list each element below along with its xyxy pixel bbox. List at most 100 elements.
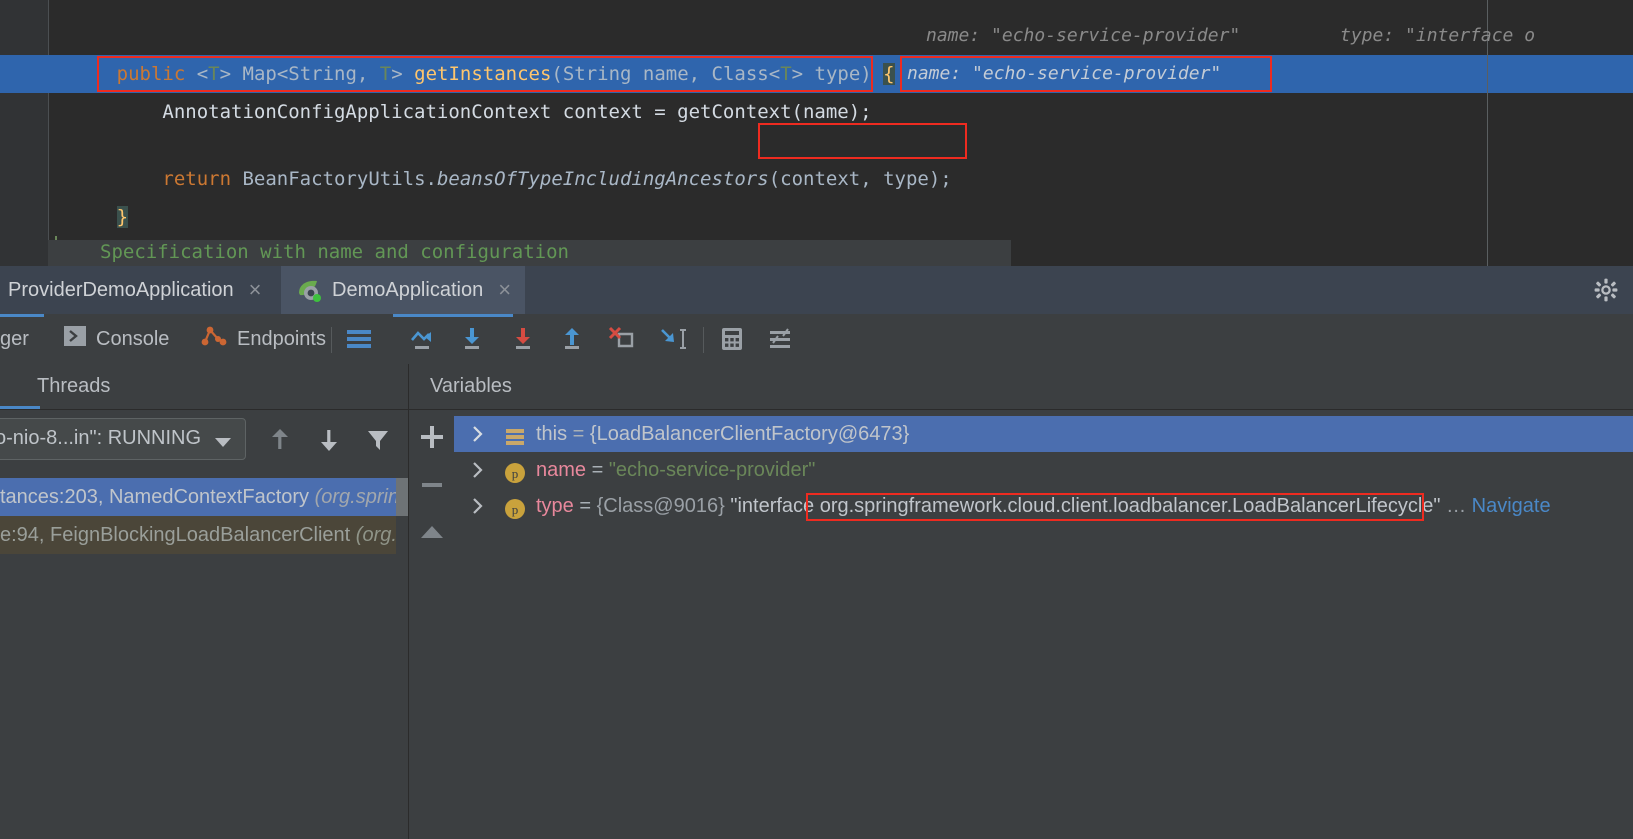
stack-frame-row[interactable]: e:94, FeignBlockingLoadBalancerClient (o… (0, 516, 408, 554)
editor-gutter[interactable] (0, 0, 48, 266)
variable-name: name (536, 459, 587, 481)
thread-selector-dropdown[interactable]: o-nio-8...in": RUNNING (0, 418, 246, 460)
inline-hint-type-line1: type: "interface o (1340, 25, 1536, 46)
gear-icon[interactable] (1593, 277, 1619, 303)
threads-panel-title: Threads (37, 375, 111, 397)
thread-selector-value: o-nio-8...in": RUNNING (0, 427, 202, 449)
variable-name: type (536, 495, 574, 517)
variable-value: {LoadBalancerClientFactory@6473} (589, 423, 910, 445)
variable-ellipsis: … (1440, 495, 1472, 517)
tab-endpoints[interactable]: Endpoints (200, 314, 326, 364)
variable-row-name[interactable]: p name = "echo-service-provider" (454, 452, 1633, 488)
chevron-right-icon[interactable] (468, 416, 488, 452)
stack-frame-method: e:94, FeignBlockingLoadBalancerClient (0, 524, 356, 546)
threads-panel: o-nio-8...in": RUNNING tances:203, Named… (0, 410, 408, 839)
inline-hint-name-line1: name: "echo-service-provider" (926, 25, 1241, 46)
tab-provider-demo-application[interactable]: ProviderDemoApplication × (0, 266, 276, 314)
step-into-icon[interactable] (457, 324, 487, 354)
stack-frame-row[interactable]: tances:203, NamedContextFactory (org.spr… (0, 478, 408, 516)
field-group-icon (504, 424, 526, 446)
console-icon (63, 325, 87, 353)
variable-text: type = {Class@9016} "interface org.sprin… (536, 488, 1551, 524)
tab-console[interactable]: Console (63, 314, 169, 364)
run-configuration-tabbar: ProviderDemoApplication × DemoApplicatio… (0, 266, 1633, 314)
stack-frames-list[interactable]: tances:203, NamedContextFactory (org.spr… (0, 478, 408, 839)
code-editor[interactable]: public <T> Map<String, T> getInstances(S… (0, 0, 1633, 266)
variable-text: this = {LoadBalancerClientFactory@6473} (536, 416, 909, 452)
variable-equals: = (586, 459, 609, 481)
variables-panel-title: Variables (430, 375, 512, 397)
spring-boot-icon (295, 277, 323, 303)
stack-frame-package: (org.springfr (314, 486, 408, 508)
variables-panel: this = {LoadBalancerClientFactory@6473} … (409, 410, 1633, 839)
chevron-right-icon[interactable] (468, 452, 488, 488)
layout-settings-icon[interactable] (344, 324, 374, 354)
triangle-up-icon[interactable] (417, 520, 447, 550)
code-line-return[interactable]: return BeanFactoryUtils.beansOfTypeInclu… (48, 122, 951, 190)
force-step-into-icon[interactable] (508, 324, 538, 354)
variable-row-this[interactable]: this = {LoadBalancerClientFactory@6473} (454, 416, 1633, 452)
drop-frame-icon[interactable] (606, 324, 636, 354)
endpoints-icon (200, 323, 228, 355)
tab-debugger-label: ger (0, 327, 29, 350)
navigate-link[interactable]: Navigate (1472, 495, 1551, 517)
token-return: return (162, 168, 243, 190)
token-context-assign: AnnotationConfigApplicationContext conte… (116, 101, 872, 123)
token-close-brace: } (116, 206, 129, 228)
panel-headers: Threads Variables (0, 364, 1633, 409)
chevron-down-icon (215, 435, 231, 453)
threads-scrollbar-thumb[interactable] (396, 478, 408, 516)
toolbar-accent-2 (393, 314, 513, 317)
parameter-icon: p (504, 496, 526, 519)
token-beanfactoryutils: BeanFactoryUtils. (242, 168, 437, 190)
tab-label: DemoApplication (332, 278, 484, 301)
ide-window: public <T> Map<String, T> getInstances(S… (0, 0, 1633, 839)
code-line-signature[interactable]: public <T> Map<String, T> getInstances(S… (48, 17, 895, 85)
token-call-args: (context, type); (768, 168, 952, 190)
variable-name: this (536, 423, 568, 445)
variables-side-toolbar (409, 410, 454, 839)
plus-icon[interactable] (417, 422, 447, 452)
tab-debugger[interactable]: ger (0, 314, 29, 364)
debug-tool-window: ProviderDemoApplication × DemoApplicatio… (0, 266, 1633, 839)
tab-label: ProviderDemoApplication (8, 278, 234, 301)
debug-toolbar: ger Console Endpoints (0, 314, 1633, 364)
code-line-closing-brace[interactable]: } (48, 160, 129, 228)
toolbar-separator-1 (331, 327, 332, 353)
chevron-right-icon[interactable] (468, 488, 488, 524)
folded-comment-region[interactable]: Specification with name and configuratio… (48, 240, 1011, 266)
inline-hint-name-line2: name: "echo-service-provider" (907, 63, 1222, 84)
arrow-up-icon[interactable] (265, 425, 295, 455)
close-icon[interactable]: × (498, 279, 511, 301)
filter-icon[interactable] (363, 425, 393, 455)
step-out-icon[interactable] (557, 324, 587, 354)
token-open-brace: { (883, 63, 895, 85)
variable-value-suffix: " (1433, 495, 1441, 517)
variable-equals: = (567, 423, 590, 445)
code-line-context-assign[interactable]: AnnotationConfigApplicationContext conte… (48, 55, 871, 123)
run-to-cursor-icon[interactable] (656, 324, 686, 354)
variable-equals: = (573, 495, 597, 517)
parameter-icon: p (504, 460, 526, 483)
variable-row-type[interactable]: p type = {Class@9016} "interface org.spr… (454, 488, 1633, 524)
stack-frame-method: tances:203, NamedContextFactory (0, 486, 315, 508)
gutter-selected-line (0, 55, 48, 93)
svg-text:p: p (512, 502, 519, 517)
tab-console-label: Console (96, 327, 170, 350)
calculator-icon[interactable] (717, 324, 747, 354)
settings-sliders-icon[interactable] (766, 324, 796, 354)
tab-demo-application[interactable]: DemoApplication × (281, 266, 526, 314)
folded-comment-text: Specification with name and configuratio… (100, 241, 569, 263)
variable-class-ref: {Class@9016} (596, 495, 731, 517)
toolbar-separator-2 (703, 327, 704, 353)
variable-value-prefix: "interface (730, 495, 820, 517)
minus-icon[interactable] (417, 470, 447, 500)
step-over-icon[interactable] (407, 324, 437, 354)
variable-value: "echo-service-provider" (608, 459, 816, 481)
variable-value-highlighted: org.springframework.cloud.client.loadbal… (819, 495, 1434, 517)
token-beansoftype-method: beansOfTypeIncludingAncestors (436, 168, 769, 190)
close-icon[interactable]: × (249, 279, 262, 301)
arrow-down-icon[interactable] (314, 425, 344, 455)
svg-text:p: p (512, 466, 519, 481)
threads-scrollbar[interactable] (396, 478, 408, 839)
